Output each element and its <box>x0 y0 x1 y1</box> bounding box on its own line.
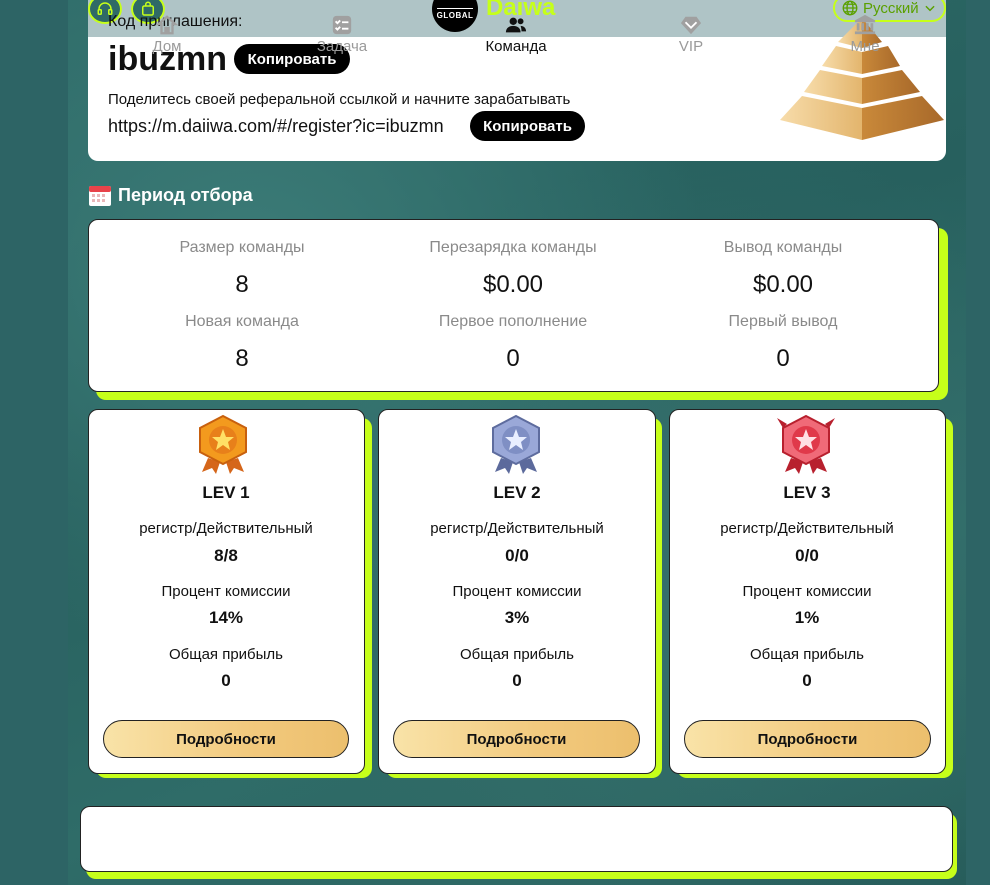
stat-label: Размер команды <box>179 239 305 256</box>
registered-value: 0/0 <box>795 546 819 565</box>
stat-value: $0.00 <box>482 271 544 298</box>
period-title: Период отбора <box>118 184 253 205</box>
profit-value: 0 <box>802 671 812 690</box>
calendar-icon <box>89 186 111 206</box>
stat-value: 8 <box>235 271 249 298</box>
commission-label: Процент комиссии <box>161 583 291 600</box>
commission-label: Процент комиссии <box>742 583 872 600</box>
stat-label: Вывод команды <box>723 239 843 256</box>
level-title: LEV 2 <box>493 483 541 502</box>
registered-label: регистр/Действительный <box>720 520 894 537</box>
level-3-badge-icon <box>777 414 835 474</box>
level-2-badge-icon <box>492 414 540 474</box>
details-button[interactable]: Подробности <box>103 720 349 758</box>
nav-label: Задача <box>316 38 368 55</box>
stat-team-size: Размер команды 8 <box>122 239 362 299</box>
stat-value: $0.00 <box>752 271 814 298</box>
vip-icon <box>680 16 702 35</box>
registered-label: регистр/Действительный <box>430 520 604 537</box>
profit-label: Общая прибыль <box>459 646 575 663</box>
stat-team-withdraw: Вывод команды $0.00 <box>663 239 903 299</box>
nav-label: Дом <box>152 38 182 55</box>
commission-value: 14% <box>208 608 244 627</box>
nav-label: Мне <box>850 38 880 55</box>
stat-value: 0 <box>776 345 790 372</box>
profit-value: 0 <box>512 671 522 690</box>
copy-link-button[interactable]: Копировать <box>470 111 585 141</box>
nav-item-home[interactable]: Дом <box>107 10 227 55</box>
commission-label: Процент комиссии <box>452 583 582 600</box>
nav-label: Команда <box>485 38 547 55</box>
details-button[interactable]: Подробности <box>393 720 640 758</box>
nav-item-team[interactable]: Команда <box>456 10 576 55</box>
referral-link: https://m.daiiwa.com/#/register?ic=ibuzm… <box>108 116 444 136</box>
level-title: LEV 1 <box>202 483 250 502</box>
profit-label: Общая прибыль <box>168 646 284 663</box>
level-title: LEV 3 <box>783 483 831 502</box>
bottom-nav <box>80 806 953 872</box>
period-header: Период отбора <box>88 183 253 207</box>
stat-first-deposit: Первое пополнение 0 <box>393 313 633 373</box>
home-icon <box>156 15 178 35</box>
bank-icon <box>854 14 876 35</box>
stat-new-team: Новая команда 8 <box>122 313 362 373</box>
stat-label: Новая команда <box>185 313 299 330</box>
share-text: Поделитесь своей реферальной ссылкой и н… <box>108 91 571 108</box>
stat-label: Первый вывод <box>728 313 838 330</box>
commission-value: 1% <box>794 608 820 627</box>
stat-label: Перезарядка команды <box>429 239 597 256</box>
stat-label: Первое пополнение <box>438 313 588 330</box>
registered-value: 8/8 <box>214 546 238 565</box>
task-icon <box>332 15 352 35</box>
nav-label: VIP <box>678 38 704 55</box>
background-left <box>0 0 68 885</box>
profit-label: Общая прибыль <box>749 646 865 663</box>
stat-first-withdraw: Первый вывод 0 <box>663 313 903 373</box>
nav-item-me[interactable]: Мне <box>805 10 925 55</box>
background-right <box>966 0 990 885</box>
nav-item-task[interactable]: Задача <box>282 10 402 55</box>
details-button[interactable]: Подробности <box>684 720 931 758</box>
stat-team-recharge: Перезарядка команды $0.00 <box>393 239 633 299</box>
stat-value: 0 <box>506 345 520 372</box>
commission-value: 3% <box>504 608 530 627</box>
registered-label: регистр/Действительный <box>139 520 313 537</box>
stat-value: 8 <box>235 345 249 372</box>
profit-value: 0 <box>221 671 231 690</box>
nav-item-vip[interactable]: VIP <box>631 10 751 55</box>
level-1-badge-icon <box>199 414 247 474</box>
registered-value: 0/0 <box>505 546 529 565</box>
team-icon <box>505 17 527 33</box>
